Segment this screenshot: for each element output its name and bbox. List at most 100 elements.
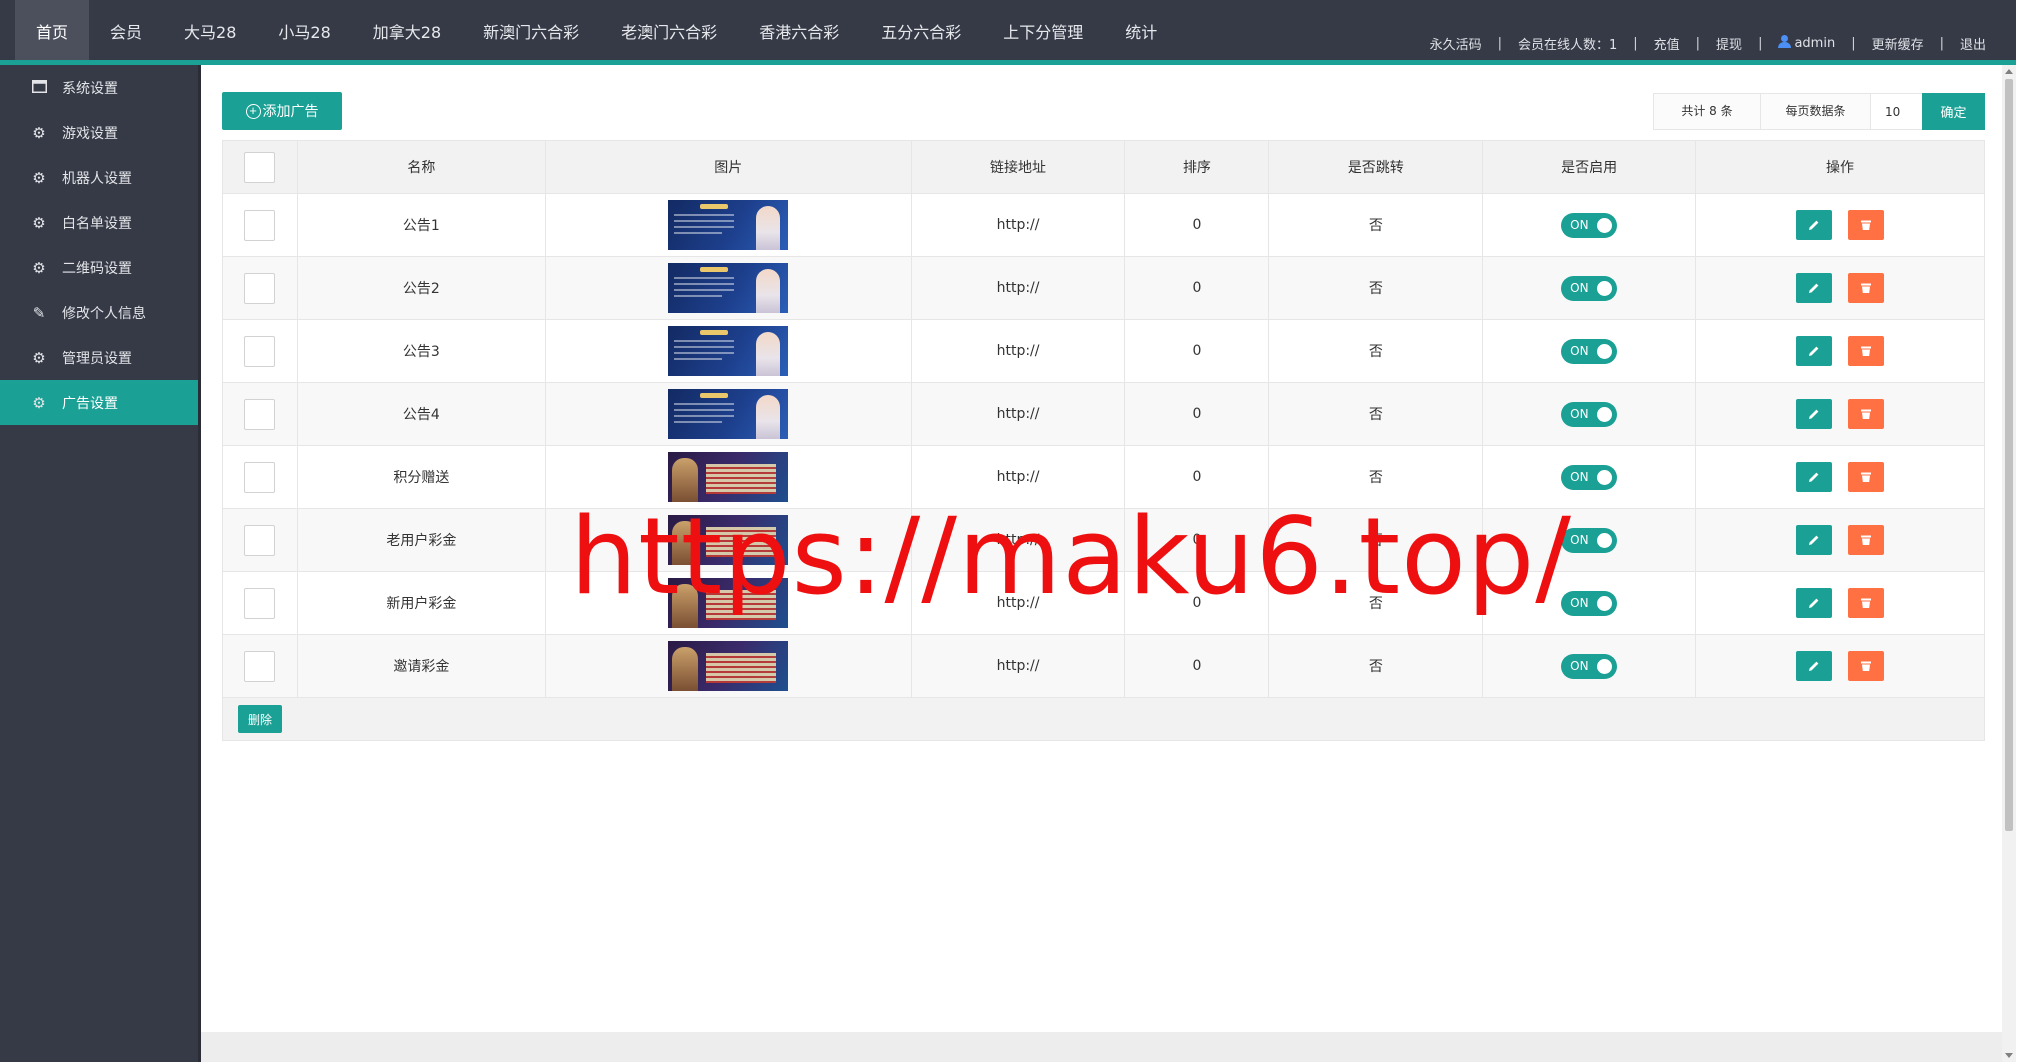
sidebar-item-system-settings[interactable]: 系统设置 [0, 65, 198, 110]
edit-button[interactable] [1795, 399, 1832, 429]
edit-button[interactable] [1795, 651, 1832, 681]
sidebar-item-robot-settings[interactable]: ⚙ 机器人设置 [0, 155, 198, 200]
sidebar-item-game-settings[interactable]: ⚙ 游戏设置 [0, 110, 198, 155]
nav-points-management[interactable]: 上下分管理 [982, 0, 1104, 60]
permanent-code-link[interactable]: 永久活码 [1430, 34, 1482, 53]
bulk-delete-button[interactable]: 删除 [238, 705, 282, 733]
pencil-icon [1808, 472, 1819, 482]
nav-five-minute-lottery[interactable]: 五分六合彩 [860, 0, 982, 60]
nav-new-macau-lottery[interactable]: 新澳门六合彩 [462, 0, 600, 60]
table-row: 邀请彩金 http:// 0 否 ON [222, 634, 1985, 698]
toggle-label: ON [1570, 470, 1589, 484]
ad-link: http:// [910, 256, 1126, 320]
row-checkbox[interactable] [244, 650, 276, 682]
row-checkbox[interactable] [244, 524, 276, 556]
delete-button[interactable] [1848, 525, 1885, 555]
delete-button[interactable] [1848, 210, 1885, 240]
logout-link[interactable]: 退出 [1960, 34, 1986, 53]
pencil-icon: ✎ [32, 303, 46, 322]
ad-enabled-cell: ON [1482, 634, 1697, 698]
row-select-cell [222, 634, 298, 698]
select-all-checkbox[interactable] [244, 151, 276, 183]
scroll-down-icon[interactable] [2005, 1053, 2013, 1058]
ad-actions-cell [1695, 445, 1985, 509]
toggle-label: ON [1570, 218, 1589, 232]
enabled-toggle[interactable]: ON [1561, 401, 1618, 427]
enabled-toggle[interactable]: ON [1561, 275, 1618, 301]
recharge-link[interactable]: 充值 [1654, 34, 1680, 53]
pencil-icon [1808, 598, 1819, 608]
nav-hongkong-lottery[interactable]: 香港六合彩 [738, 0, 860, 60]
table-footer-row: 删除 [222, 697, 1985, 741]
nav-xiaoma28[interactable]: 小马28 [257, 0, 351, 60]
pencil-icon [1808, 409, 1819, 419]
sidebar-item-admin-settings[interactable]: ⚙ 管理员设置 [0, 335, 198, 380]
row-checkbox[interactable] [244, 587, 276, 619]
add-ad-label: 添加广告 [262, 103, 319, 119]
ad-link: http:// [910, 382, 1126, 446]
delete-button[interactable] [1848, 651, 1885, 681]
delete-button[interactable] [1848, 588, 1885, 618]
sidebar-item-qrcode-settings[interactable]: ⚙ 二维码设置 [0, 245, 198, 290]
row-checkbox[interactable] [244, 335, 276, 367]
ad-thumbnail [668, 200, 789, 250]
user-menu[interactable]: admin [1778, 35, 1835, 51]
edit-button[interactable] [1795, 336, 1832, 366]
separator: | [1851, 35, 1856, 51]
ad-thumbnail [668, 389, 789, 439]
nav-home[interactable]: 首页 [15, 0, 90, 60]
per-page-input[interactable] [1871, 94, 1922, 129]
edit-button[interactable] [1795, 462, 1832, 492]
refresh-cache-link[interactable]: 更新缓存 [1872, 34, 1924, 53]
confirm-button[interactable]: 确定 [1922, 93, 1985, 130]
gear-icon: ⚙ [32, 123, 46, 142]
delete-button[interactable] [1848, 399, 1885, 429]
ad-name: 新用户彩金 [296, 571, 546, 635]
vertical-scrollbar[interactable] [2002, 65, 2016, 1062]
row-checkbox[interactable] [244, 272, 276, 304]
edit-button[interactable] [1795, 588, 1832, 618]
enabled-toggle[interactable]: ON [1561, 653, 1618, 679]
delete-button[interactable] [1848, 273, 1885, 303]
nav-dama28[interactable]: 大马28 [163, 0, 257, 60]
delete-button[interactable] [1848, 462, 1885, 492]
nav-old-macau-lottery[interactable]: 老澳门六合彩 [600, 0, 738, 60]
edit-button[interactable] [1795, 273, 1832, 303]
nav-canada28[interactable]: 加拿大28 [352, 0, 462, 60]
username: admin [1794, 36, 1836, 51]
edit-button[interactable] [1795, 210, 1832, 240]
add-ad-button[interactable]: + 添加广告 [222, 92, 342, 130]
ad-thumbnail [668, 263, 789, 313]
sidebar-item-whitelist-settings[interactable]: ⚙ 白名单设置 [0, 200, 198, 245]
toggle-label: ON [1570, 659, 1589, 673]
row-checkbox[interactable] [244, 209, 276, 241]
sidebar-item-edit-profile[interactable]: ✎ 修改个人信息 [0, 290, 198, 335]
scroll-thumb[interactable] [2005, 79, 2013, 831]
sidebar-item-label: 机器人设置 [62, 170, 132, 187]
delete-button[interactable] [1848, 336, 1885, 366]
ad-actions-cell [1695, 571, 1985, 635]
withdraw-link[interactable]: 提现 [1716, 34, 1742, 53]
top-right-links: 永久活码 | 会员在线人数：1 | 充值 | 提现 | admin | 更新缓存… [1430, 0, 1986, 60]
ad-sort: 0 [1124, 319, 1270, 383]
nav-members[interactable]: 会员 [89, 0, 163, 60]
toggle-label: ON [1570, 407, 1589, 421]
enabled-toggle[interactable]: ON [1561, 464, 1618, 490]
header-name: 名称 [296, 140, 546, 194]
ad-sort: 0 [1124, 256, 1270, 320]
total-count: 共计 8 条 [1654, 94, 1761, 129]
ad-actions-cell [1695, 256, 1985, 320]
scroll-up-icon[interactable] [2005, 69, 2013, 74]
nav-statistics[interactable]: 统计 [1104, 0, 1178, 60]
toggle-label: ON [1570, 533, 1589, 547]
row-checkbox[interactable] [244, 461, 276, 493]
table-row: 公告2 http:// 0 否 ON [222, 256, 1985, 320]
ad-link: http:// [910, 193, 1126, 257]
edit-button[interactable] [1795, 525, 1832, 555]
enabled-toggle[interactable]: ON [1561, 338, 1618, 364]
per-page-label: 每页数据条 [1761, 94, 1871, 129]
ad-table: 名称 图片 链接地址 排序 是否跳转 是否启用 操作 公告1 http:// 0… [222, 140, 1985, 741]
enabled-toggle[interactable]: ON [1561, 212, 1618, 238]
row-checkbox[interactable] [244, 398, 276, 430]
sidebar-item-ad-settings[interactable]: ⚙ 广告设置 [0, 380, 198, 425]
